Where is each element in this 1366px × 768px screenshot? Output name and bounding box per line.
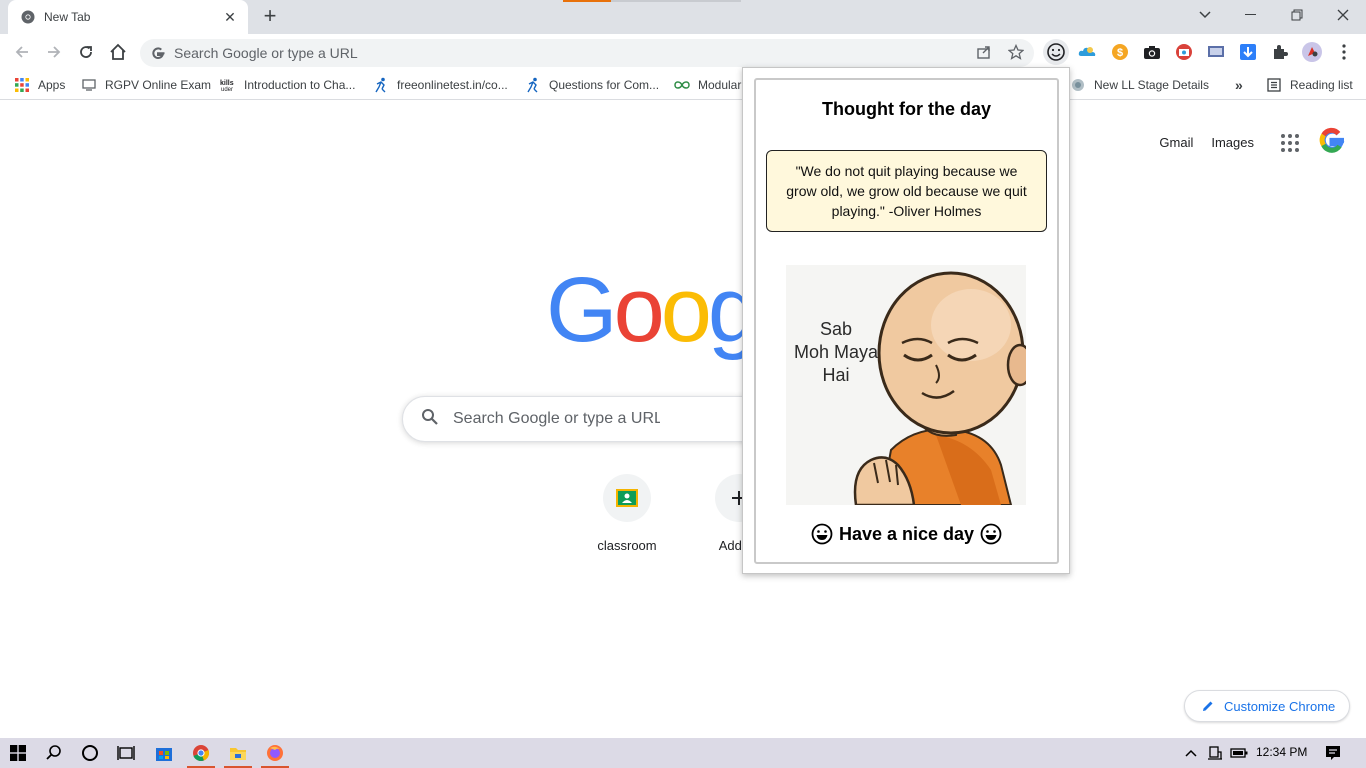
battery-icon[interactable] — [1224, 738, 1254, 768]
google-logo: Goog — [546, 259, 759, 361]
firefox-icon[interactable] — [257, 738, 293, 768]
tab-new-tab[interactable]: New Tab ✕ — [8, 0, 248, 34]
extensions-puzzle-icon[interactable] — [1267, 39, 1293, 65]
smile-icon — [811, 523, 833, 545]
monk-illustration: Sab Moh Maya Hai — [786, 265, 1026, 505]
shortcut-classroom[interactable]: classroom — [571, 474, 683, 553]
reload-icon[interactable] — [72, 38, 100, 66]
reading-list-button[interactable]: Reading list — [1266, 76, 1353, 94]
popup-frame: Thought for the day "We do not quit play… — [754, 78, 1059, 564]
reading-list-icon — [1266, 77, 1282, 93]
menu-kebab-icon[interactable] — [1331, 39, 1357, 65]
ntp-search-input[interactable] — [453, 410, 660, 428]
home-icon[interactable] — [104, 38, 132, 66]
share-icon[interactable] — [976, 44, 992, 60]
bookmark-star-icon[interactable] — [1007, 43, 1025, 60]
bookmark-label: New LL Stage Details — [1094, 78, 1209, 92]
tab-search-icon[interactable] — [1182, 0, 1228, 30]
smile-icon — [980, 523, 1002, 545]
svg-text:$: $ — [1117, 47, 1123, 59]
gmail-link[interactable]: Gmail — [1159, 135, 1193, 150]
bookmark-modular[interactable]: Modular — [674, 76, 741, 94]
apps-grid-icon — [14, 77, 30, 93]
coin-extension-icon[interactable]: $ — [1107, 39, 1133, 65]
runner-icon — [525, 77, 541, 93]
nice-day-line: Have a nice day — [756, 523, 1057, 545]
bookmark-label: Modular — [698, 78, 742, 92]
tab-strip-divider — [611, 0, 741, 2]
download-extension-icon[interactable] — [1235, 39, 1261, 65]
bookmark-new-ll-stage[interactable]: New LL Stage Details — [1070, 76, 1209, 94]
back-icon[interactable] — [8, 38, 36, 66]
monk-figure — [853, 271, 1026, 505]
popup-title: Thought for the day — [822, 99, 991, 119]
bookmark-questions[interactable]: Questions for Com... — [525, 76, 659, 94]
monitor-icon — [81, 77, 97, 93]
customize-label: Customize Chrome — [1224, 698, 1336, 714]
badge-extension-icon[interactable] — [1171, 39, 1197, 65]
task-view-icon[interactable] — [108, 738, 144, 768]
chrome-taskbar-icon[interactable] — [183, 738, 219, 768]
window-close-icon[interactable] — [1320, 0, 1366, 30]
profile-avatar[interactable] — [1299, 39, 1325, 65]
thought-extension-icon[interactable] — [1043, 39, 1069, 65]
bookmark-freeonlinetest[interactable]: freeonlinetest.in/co... — [373, 76, 508, 94]
cortana-icon[interactable] — [72, 738, 108, 768]
notification-center-icon[interactable] — [1316, 738, 1350, 768]
windows-start-icon[interactable] — [0, 738, 36, 768]
tab-close-icon[interactable]: ✕ — [222, 9, 238, 25]
forward-icon[interactable] — [40, 38, 68, 66]
store-icon[interactable] — [146, 738, 182, 768]
thought-popup: Thought for the day "We do not quit play… — [742, 67, 1070, 574]
new-tab-button[interactable]: + — [257, 5, 283, 29]
bookmark-introduction[interactable]: kills uder Introduction to Cha... — [220, 76, 355, 94]
camera-extension-icon[interactable] — [1139, 39, 1165, 65]
bookmark-label: RGPV Online Exam — [105, 78, 212, 92]
runner-icon — [373, 77, 389, 93]
file-explorer-icon[interactable] — [220, 738, 256, 768]
svg-text:kills: kills — [220, 80, 234, 87]
svg-text:uder: uder — [221, 87, 233, 92]
bookmark-label: Introduction to Cha... — [244, 78, 356, 92]
images-link[interactable]: Images — [1211, 135, 1254, 150]
google-g-icon — [150, 45, 166, 61]
bookmark-label: Questions for Com... — [549, 78, 660, 92]
bookmark-label: Apps — [38, 78, 66, 92]
site-icon — [1070, 77, 1086, 93]
minimize-icon[interactable] — [1228, 0, 1274, 30]
cloud-extension-icon[interactable] — [1074, 39, 1100, 65]
omnibox-input[interactable] — [174, 45, 1034, 61]
classroom-icon — [603, 474, 651, 522]
pencil-icon — [1203, 701, 1213, 711]
google-apps-icon[interactable] — [1278, 131, 1302, 155]
taskbar-clock[interactable]: 12:34 PM — [1256, 745, 1307, 759]
search-icon — [421, 408, 439, 431]
omnibox[interactable] — [140, 39, 1034, 67]
quote-box: "We do not quit playing because we grow … — [766, 150, 1047, 232]
nice-day-text: Have a nice day — [838, 523, 975, 544]
bookmarks-bar: Apps RGPV Online Exam kills uder Introduc… — [0, 70, 1366, 100]
customize-chrome-button[interactable]: Customize Chrome — [1184, 690, 1350, 722]
bookmark-rgpv[interactable]: RGPV Online Exam — [81, 76, 211, 94]
toolbar: $ — [0, 34, 1366, 70]
shortcut-label: classroom — [597, 538, 657, 553]
reading-list-label: Reading list — [1290, 78, 1353, 92]
taskbar: 12:34 PM — [0, 738, 1366, 768]
infinity-icon — [674, 77, 690, 93]
ntp-top-links: Gmail Images — [1159, 124, 1348, 161]
restore-icon[interactable] — [1274, 0, 1320, 30]
bookmark-label: freeonlinetest.in/co... — [397, 78, 508, 92]
screen-extension-icon[interactable] — [1203, 39, 1229, 65]
tab-strip-indicator — [563, 0, 611, 2]
tab-strip: New Tab ✕ + — [0, 0, 1366, 34]
bookmark-apps[interactable]: Apps — [14, 76, 65, 94]
search-icon[interactable] — [36, 738, 72, 768]
tab-title: New Tab — [44, 10, 91, 24]
bookmarks-overflow-button[interactable]: » — [1235, 76, 1243, 94]
chrome-icon — [20, 9, 36, 25]
skills-icon: kills uder — [220, 77, 236, 93]
google-account-icon[interactable] — [1316, 124, 1348, 161]
